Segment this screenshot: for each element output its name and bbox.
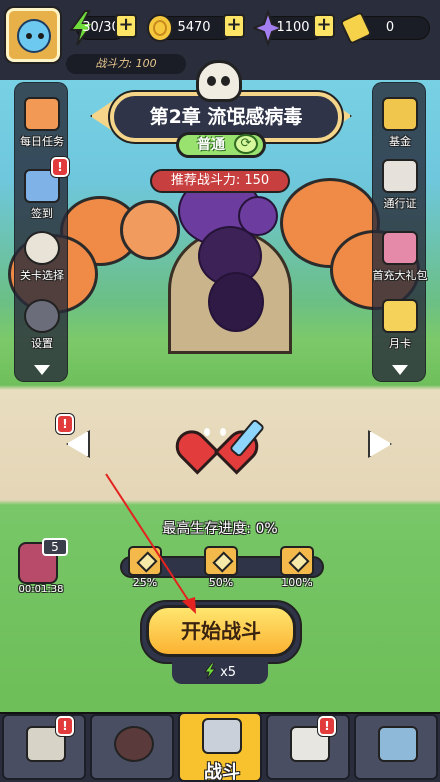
capsule-machine-icon xyxy=(378,726,418,762)
tab-locked[interactable] xyxy=(90,714,174,780)
tab-battle[interactable]: 战斗 xyxy=(178,712,262,782)
tutorial-pointer-arrow xyxy=(105,473,196,614)
game-screen: { "resources": { "energy": "30/30", "gol… xyxy=(0,0,440,782)
notification-badge: ! xyxy=(318,716,336,736)
crossed-syringes-icon xyxy=(202,718,242,754)
tab-talent[interactable] xyxy=(354,714,438,780)
tab-medical-kit[interactable] xyxy=(266,714,350,780)
notification-badge: ! xyxy=(56,716,74,736)
lock-icon xyxy=(114,726,154,762)
